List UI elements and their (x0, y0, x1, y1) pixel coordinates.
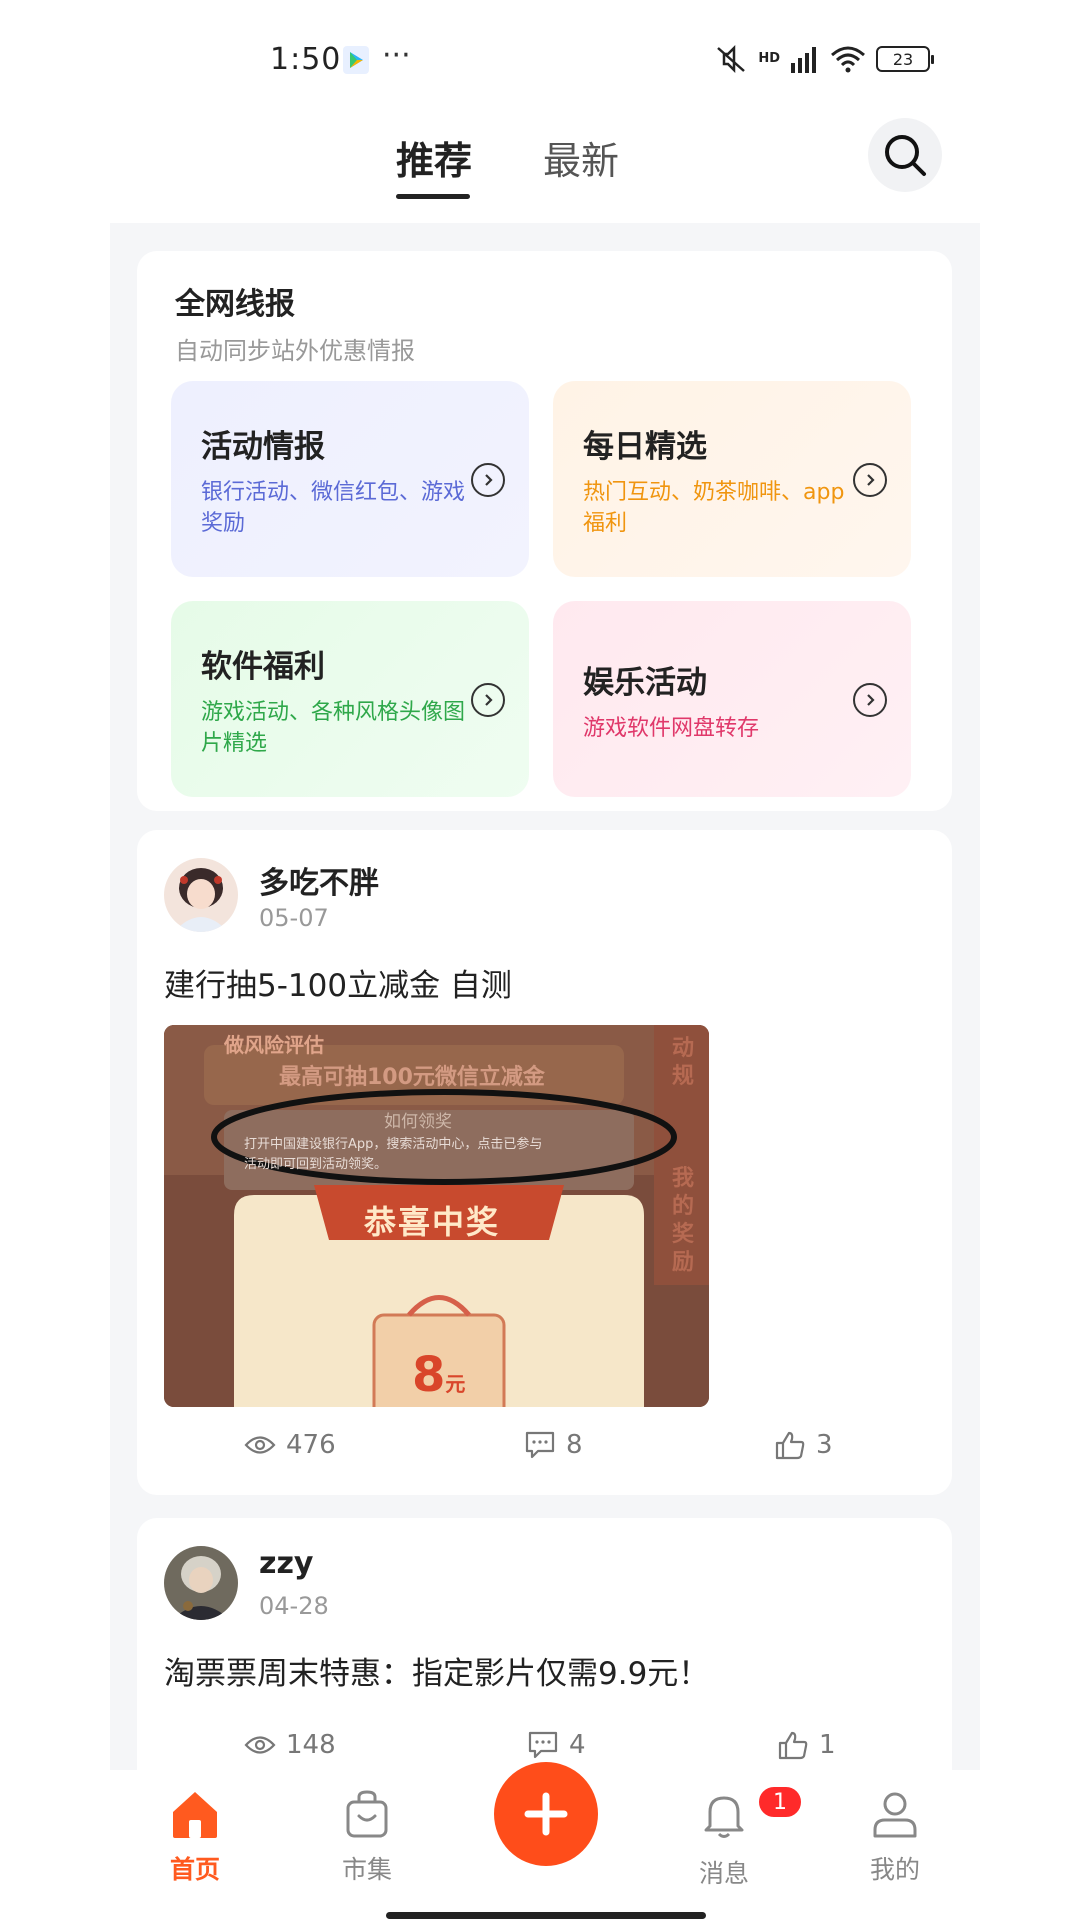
status-more: ··· (382, 38, 411, 73)
category-card-activity[interactable]: 活动情报 银行活动、微信红包、游戏奖励 (171, 381, 529, 577)
comment-icon (525, 1431, 555, 1459)
post-card[interactable]: zzy 04-28 淘票票周末特惠：指定影片仅需9.9元！ 148 4 1 (137, 1518, 952, 1770)
nav-messages[interactable]: 1 消息 (669, 1784, 804, 1890)
search-icon (885, 135, 926, 176)
section-title: 全网线报 (175, 287, 295, 322)
add-post-button[interactable] (494, 1762, 598, 1866)
home-icon (173, 1792, 217, 1838)
like-button[interactable]: 3 (774, 1430, 833, 1460)
views-stat: 476 (244, 1430, 336, 1460)
post-title[interactable]: 淘票票周末特惠：指定影片仅需9.9元！ (164, 1648, 709, 1693)
chevron-right-icon (471, 463, 505, 497)
category-name: 软件福利 (201, 649, 325, 685)
nav-market[interactable]: 市集 (312, 1788, 422, 1886)
status-bar: 1:50 ··· HD 23 (0, 0, 1080, 110)
image-headline: 最高可抽100元微信立减金 (279, 1065, 545, 1090)
prize-unit: 元 (445, 1372, 466, 1396)
image-side-1: 动规 (672, 1036, 695, 1089)
category-card-daily[interactable]: 每日精选 热门互动、奶茶咖啡、app福利 (553, 381, 911, 577)
bottom-nav: 首页 市集 1 消息 我的 (0, 1762, 1080, 1920)
chevron-right-icon (471, 683, 505, 717)
category-desc: 银行活动、微信红包、游戏奖励 (201, 480, 466, 536)
comments-count: 4 (569, 1730, 586, 1760)
comments-count: 8 (566, 1430, 583, 1460)
bell-icon (704, 1796, 744, 1838)
tab-recommended[interactable]: 推荐 (396, 130, 472, 185)
nav-market-label: 市集 (341, 1855, 392, 1884)
comment-icon (528, 1731, 558, 1759)
prize-amount-group: 8 元 (412, 1347, 465, 1403)
play-store-icon (343, 46, 369, 74)
category-name: 每日精选 (583, 429, 707, 465)
username[interactable]: 多吃不胖 (259, 858, 379, 902)
wifi-icon (831, 46, 865, 73)
nav-home[interactable]: 首页 (140, 1788, 250, 1886)
info-section: 全网线报 自动同步站外优惠情报 活动情报 银行活动、微信红包、游戏奖励 每日精选… (137, 251, 952, 811)
comments-button[interactable]: 4 (527, 1730, 586, 1760)
nav-home-label: 首页 (169, 1855, 220, 1884)
post-card[interactable]: 多吃不胖 05-07 建行抽5-100立减金 自测 做风险评估 最高可抽100元… (137, 830, 952, 1495)
category-card-entertainment[interactable]: 娱乐活动 游戏软件网盘转存 (553, 601, 911, 797)
eye-icon (244, 1736, 276, 1754)
prize-amount: 8 (412, 1347, 446, 1403)
views-count: 476 (286, 1430, 336, 1460)
nav-profile-label: 我的 (869, 1855, 920, 1884)
feed[interactable]: 全网线报 自动同步站外优惠情报 活动情报 银行活动、微信红包、游戏奖励 每日精选… (110, 223, 980, 1770)
image-top-label: 做风险评估 (224, 1033, 324, 1057)
avatar[interactable] (164, 1546, 238, 1620)
likes-count: 1 (819, 1730, 836, 1760)
image-instruction-2: 活动即可回到活动领奖。 (244, 1157, 388, 1172)
notification-badge: 1 (756, 1784, 804, 1820)
eye-icon (244, 1436, 276, 1454)
prize-title: 恭喜中奖 (364, 1203, 501, 1241)
plus-icon (524, 1792, 568, 1836)
mute-icon (717, 44, 746, 74)
category-name: 活动情报 (201, 429, 325, 465)
nav-profile[interactable]: 我的 (840, 1788, 950, 1886)
status-time: 1:50 (270, 42, 342, 77)
user-icon (873, 1792, 917, 1838)
section-subtitle: 自动同步站外优惠情报 (175, 337, 415, 365)
network-type: HD (758, 51, 780, 66)
active-tab-indicator (396, 194, 470, 199)
category-name: 娱乐活动 (583, 665, 707, 701)
comments-button[interactable]: 8 (524, 1430, 583, 1460)
views-stat: 148 (244, 1730, 336, 1760)
category-desc: 热门互动、奶茶咖啡、app福利 (583, 480, 845, 536)
like-button[interactable]: 1 (777, 1730, 836, 1760)
category-card-software[interactable]: 软件福利 游戏活动、各种风格头像图片精选 (171, 601, 529, 797)
chevron-right-icon (853, 463, 887, 497)
nav-messages-label: 消息 (698, 1859, 749, 1888)
post-title[interactable]: 建行抽5-100立减金 自测 (164, 960, 512, 1005)
views-count: 148 (286, 1730, 336, 1760)
post-date: 04-28 (259, 1592, 329, 1620)
home-indicator[interactable] (386, 1912, 706, 1919)
search-button[interactable] (868, 118, 942, 192)
battery-icon: 23 (876, 46, 934, 72)
chevron-right-icon (853, 683, 887, 717)
thumbs-up-icon (778, 1731, 808, 1760)
image-instruction-1: 打开中国建设银行App，搜索活动中心，点击已参与 (244, 1137, 543, 1152)
battery-level: 23 (892, 49, 914, 69)
image-how-label: 如何领奖 (384, 1112, 452, 1132)
category-desc: 游戏软件网盘转存 (583, 716, 760, 741)
post-image[interactable]: 做风险评估 最高可抽100元微信立减金 如何领奖 打开中国建设银行App，搜索活… (164, 1025, 709, 1407)
top-tabs: 推荐 最新 (0, 110, 1080, 220)
post-stats: 476 8 3 (137, 1430, 952, 1470)
username[interactable]: zzy (259, 1546, 313, 1581)
image-side-2: 我的奖励 (672, 1166, 695, 1275)
signal-icon (791, 47, 816, 73)
bell-wrap: 1 (698, 1784, 804, 1844)
bag-icon (346, 1790, 388, 1838)
category-desc: 游戏活动、各种风格头像图片精选 (201, 700, 466, 756)
tab-latest[interactable]: 最新 (543, 130, 619, 185)
thumbs-up-icon (775, 1431, 805, 1460)
post-date: 05-07 (259, 904, 329, 932)
likes-count: 3 (816, 1430, 833, 1460)
avatar[interactable] (164, 858, 238, 932)
